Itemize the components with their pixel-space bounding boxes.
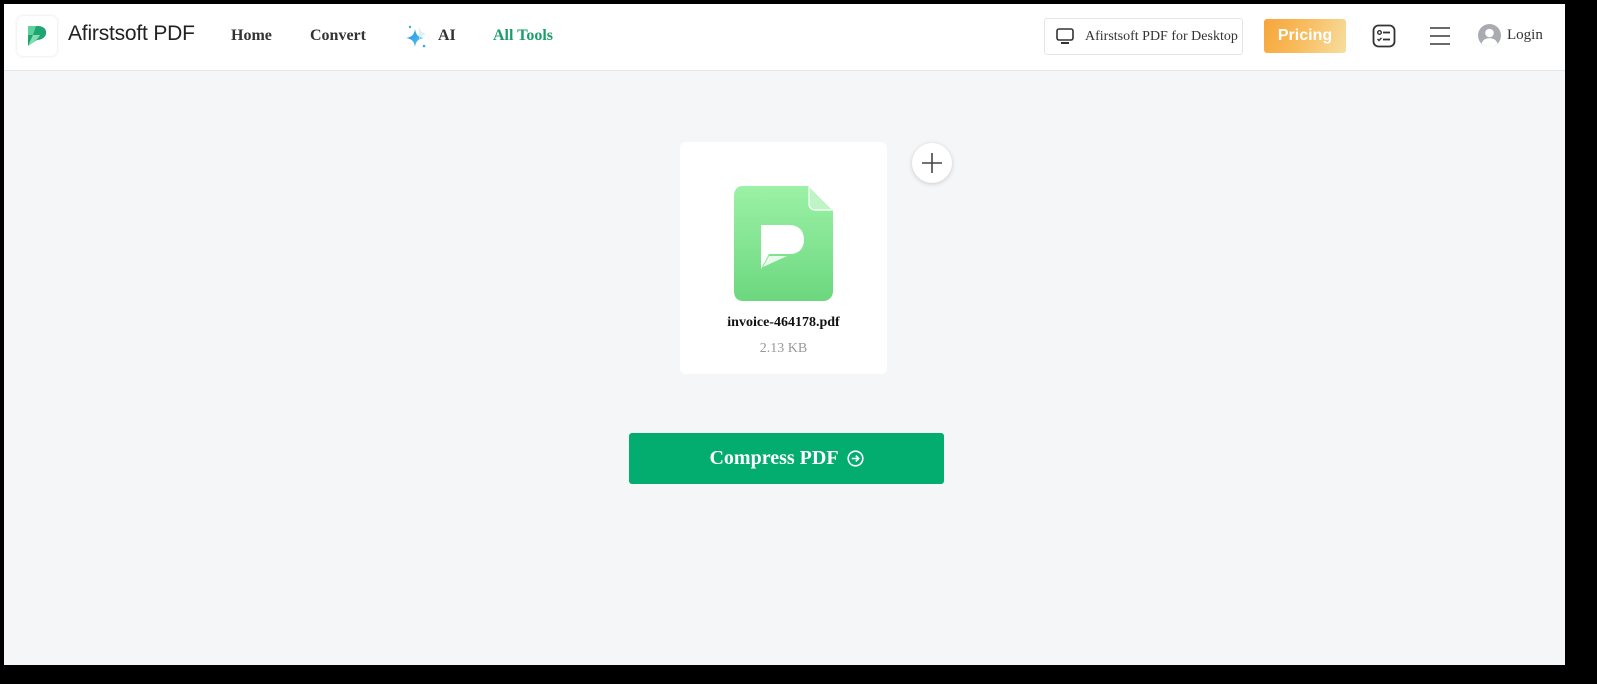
login-button[interactable]: Login — [1478, 24, 1543, 47]
sparkle-icon — [406, 25, 427, 48]
menu-button[interactable] — [1428, 24, 1452, 48]
top-header: Afirstsoft PDF Home Convert AI All Tools — [4, 4, 1565, 71]
hamburger-menu-icon — [1430, 27, 1450, 45]
nav-ai-label: AI — [438, 27, 456, 44]
task-list-icon — [1372, 24, 1396, 48]
nav-convert[interactable]: Convert — [310, 27, 366, 45]
compress-button-label: Compress PDF — [709, 447, 839, 469]
app-window: Afirstsoft PDF Home Convert AI All Tools — [4, 4, 1565, 665]
pricing-button[interactable]: Pricing — [1264, 19, 1346, 53]
arrow-right-circle-icon — [846, 450, 864, 467]
file-name: invoice-464178.pdf — [727, 315, 840, 330]
desktop-button-label: Afirstsoft PDF for Desktop — [1085, 28, 1238, 44]
compress-pdf-button[interactable]: Compress PDF — [629, 433, 944, 484]
plus-icon — [922, 153, 942, 173]
login-label: Login — [1507, 27, 1543, 43]
monitor-icon — [1056, 28, 1074, 44]
nav-all-tools[interactable]: All Tools — [493, 27, 553, 45]
logo[interactable] — [17, 16, 57, 56]
desktop-download-button[interactable]: Afirstsoft PDF for Desktop — [1044, 18, 1243, 55]
file-size: 2.13 KB — [759, 341, 808, 356]
pdf-file-icon — [734, 185, 834, 301]
file-card[interactable]: invoice-464178.pdf 2.13 KB — [680, 142, 887, 374]
brand-name: Afirstsoft PDF — [68, 22, 195, 45]
nav-home[interactable]: Home — [231, 27, 272, 45]
task-list-button[interactable] — [1371, 23, 1397, 49]
nav-ai[interactable]: AI — [403, 22, 456, 50]
user-avatar-icon — [1478, 24, 1501, 47]
afirstsoft-logo-icon — [28, 26, 47, 46]
add-file-button[interactable] — [912, 143, 952, 183]
